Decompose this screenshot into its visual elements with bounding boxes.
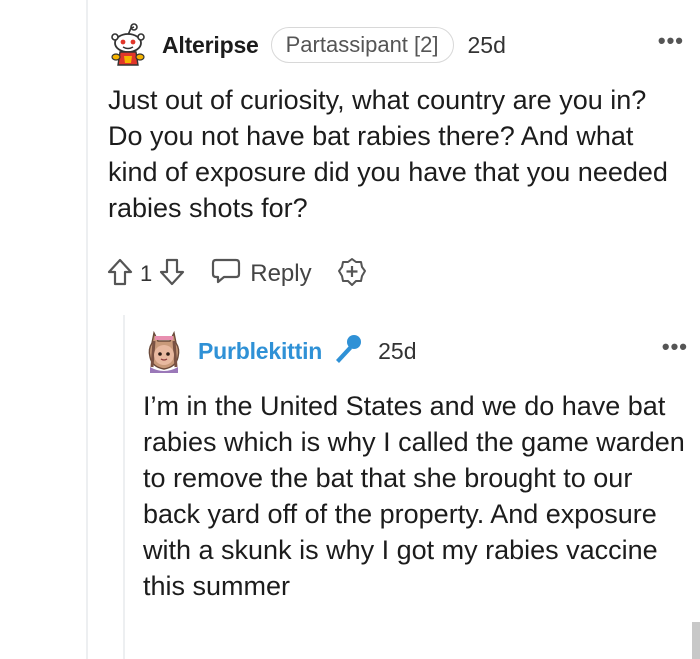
comment-purblekittin: Purblekittin 25d ••• I’m in the United S… [140,328,688,604]
timestamp[interactable]: 25d [468,32,506,59]
microphone-icon [330,332,364,371]
reply-thread-line[interactable] [123,315,125,659]
thread-line[interactable] [86,0,88,659]
vote-count: 1 [140,261,153,286]
upvote-icon[interactable] [106,257,134,292]
award-plus-icon[interactable] [336,256,368,293]
comment-alteripse: Alteripse Partassipant [2] 25d ••• Just … [104,22,684,294]
comment-header: Purblekittin 25d ••• [140,328,688,374]
timestamp[interactable]: 25d [378,338,416,365]
reply-button[interactable]: Reply [210,257,312,292]
comment-header: Alteripse Partassipant [2] 25d ••• [104,22,684,68]
snoo-avatar-icon[interactable] [104,21,152,69]
username[interactable]: Alteripse [162,32,259,59]
kitten-avatar-icon[interactable] [140,327,188,375]
scrollbar[interactable] [692,622,700,659]
username[interactable]: Purblekittin [198,338,322,365]
more-options-icon[interactable]: ••• [658,28,684,54]
comment-actions: 1 Reply [106,254,684,294]
downvote-icon[interactable] [158,257,186,292]
reply-bubble-icon [210,257,242,292]
comment-body: I’m in the United States and we do have … [143,391,685,601]
comment-body: Just out of curiosity, what country are … [108,85,668,223]
more-options-icon[interactable]: ••• [662,334,688,360]
reply-label: Reply [250,260,312,287]
user-flair: Partassipant [2] [270,27,454,63]
